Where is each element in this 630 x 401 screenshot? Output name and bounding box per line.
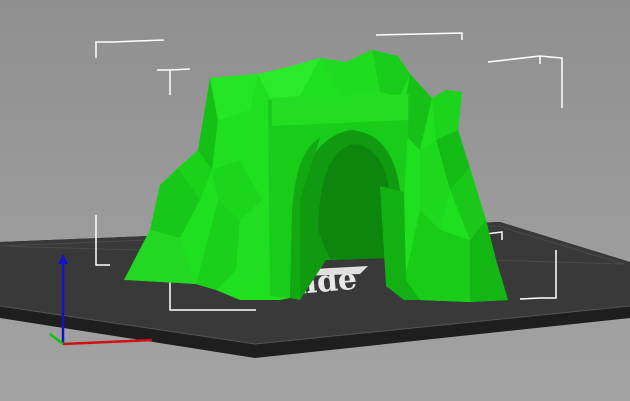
x-axis-line [62, 338, 153, 346]
3d-viewport[interactable]: nde [0, 0, 630, 401]
tunnel-model[interactable] [124, 50, 508, 302]
y-axis-line [49, 333, 64, 345]
